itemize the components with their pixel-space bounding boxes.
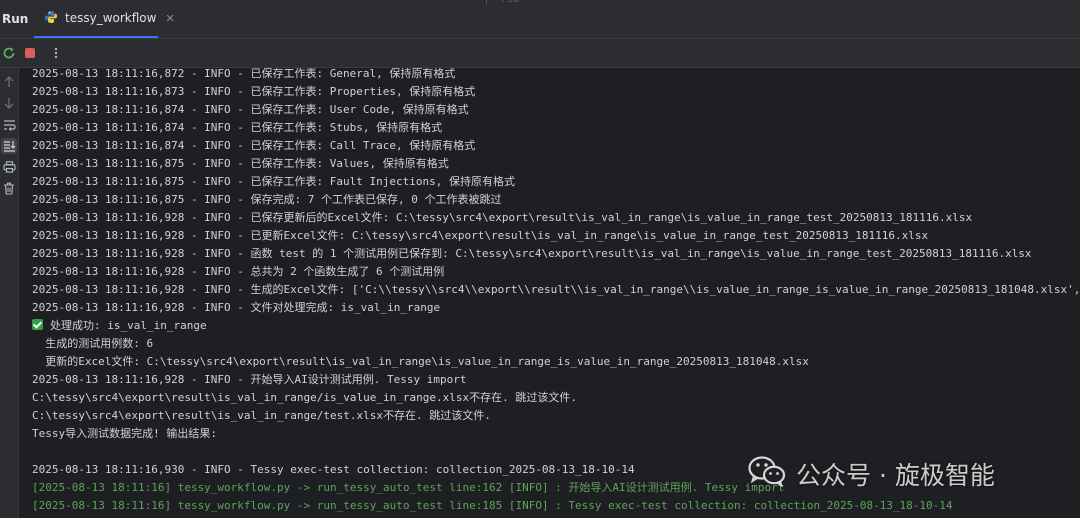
log-line: 2025-08-13 18:11:16,874 - INFO - 已保存工作表:…	[32, 139, 476, 152]
log-line: 2025-08-13 18:11:16,928 - INFO - 已保存更新后的…	[32, 211, 973, 224]
updated-file-line: 更新的Excel文件: C:\tessy\src4\export\result\…	[32, 355, 809, 368]
watermark: 公众号 · 旋极智能	[748, 454, 995, 494]
success-text: 处理成功: is_val_in_range	[50, 319, 207, 332]
tab-tessy-workflow[interactable]: tessy_workflow ✕	[34, 0, 175, 38]
scroll-to-end-icon[interactable]	[1, 138, 17, 154]
log-line: 2025-08-13 18:11:16,930 - INFO - Tessy e…	[32, 463, 635, 476]
log-line: Tessy导入测试数据完成! 输出结果:	[32, 427, 217, 440]
run-tool-window: Run tessy_workflow ✕ 738	[0, 0, 1080, 518]
log-line: 2025-08-13 18:11:16,872 - INFO - 已保存工作表:…	[32, 68, 456, 80]
log-line: 2025-08-13 18:11:16,873 - INFO - 已保存工作表:…	[32, 85, 476, 98]
success-line: 处理成功: is_val_in_range	[32, 317, 207, 335]
arrow-up-icon[interactable]	[1, 74, 17, 90]
log-line: C:\tessy\src4\export\result\is_val_in_ra…	[32, 409, 491, 422]
soft-wrap-icon[interactable]	[1, 117, 17, 133]
log-line-green: [2025-08-13 18:11:16] tessy_workflow.py …	[32, 499, 953, 512]
partial-number: 738	[500, 0, 519, 5]
log-line: 2025-08-13 18:11:16,928 - INFO - 文件对处理完成…	[32, 301, 441, 314]
rerun-icon[interactable]	[1, 45, 17, 61]
arrow-down-icon[interactable]	[1, 95, 17, 111]
python-icon	[44, 9, 58, 28]
divider	[486, 0, 487, 4]
run-panel-title: Run	[2, 12, 29, 26]
log-line: C:\tessy\src4\export\result\is_val_in_ra…	[32, 391, 577, 404]
wechat-icon	[748, 455, 786, 493]
log-line: 2025-08-13 18:11:16,928 - INFO - 生成的Exce…	[32, 283, 1080, 296]
log-line: 2025-08-13 18:11:16,875 - INFO - 已保存工作表:…	[32, 175, 515, 188]
more-options-icon[interactable]	[48, 45, 64, 61]
log-line: 2025-08-13 18:11:16,928 - INFO - 开始导入AI设…	[32, 373, 467, 386]
watermark-text: 公众号 · 旋极智能	[796, 461, 995, 490]
stop-icon[interactable]	[22, 45, 38, 61]
log-line: 2025-08-13 18:11:16,928 - INFO - 函数 test…	[32, 247, 1032, 260]
print-icon[interactable]	[1, 159, 17, 175]
trash-icon[interactable]	[1, 180, 17, 196]
check-icon	[32, 319, 43, 330]
log-line: 2025-08-13 18:11:16,928 - INFO - 已更新Exce…	[32, 229, 929, 242]
console-output[interactable]: 2025-08-13 18:11:16,872 - INFO - 已保存工作表:…	[19, 68, 1080, 518]
log-line: 2025-08-13 18:11:16,875 - INFO - 保存完成: 7…	[32, 193, 502, 206]
generated-count-line: 生成的测试用例数: 6	[32, 337, 154, 350]
log-line: 2025-08-13 18:11:16,874 - INFO - 已保存工作表:…	[32, 103, 469, 116]
log-line-green: [2025-08-13 18:11:16] tessy_workflow.py …	[32, 481, 785, 494]
close-icon[interactable]: ✕	[165, 12, 174, 25]
run-tab-bar: Run tessy_workflow ✕ 738	[0, 0, 1080, 39]
run-toolbar	[0, 39, 1080, 68]
log-line: 2025-08-13 18:11:16,875 - INFO - 已保存工作表:…	[32, 157, 449, 170]
console-side-toolbar	[0, 68, 19, 518]
tab-title: tessy_workflow	[65, 11, 157, 25]
log-line: 2025-08-13 18:11:16,874 - INFO - 已保存工作表:…	[32, 121, 443, 134]
log-line: 2025-08-13 18:11:16,928 - INFO - 总共为 2 个…	[32, 265, 445, 278]
